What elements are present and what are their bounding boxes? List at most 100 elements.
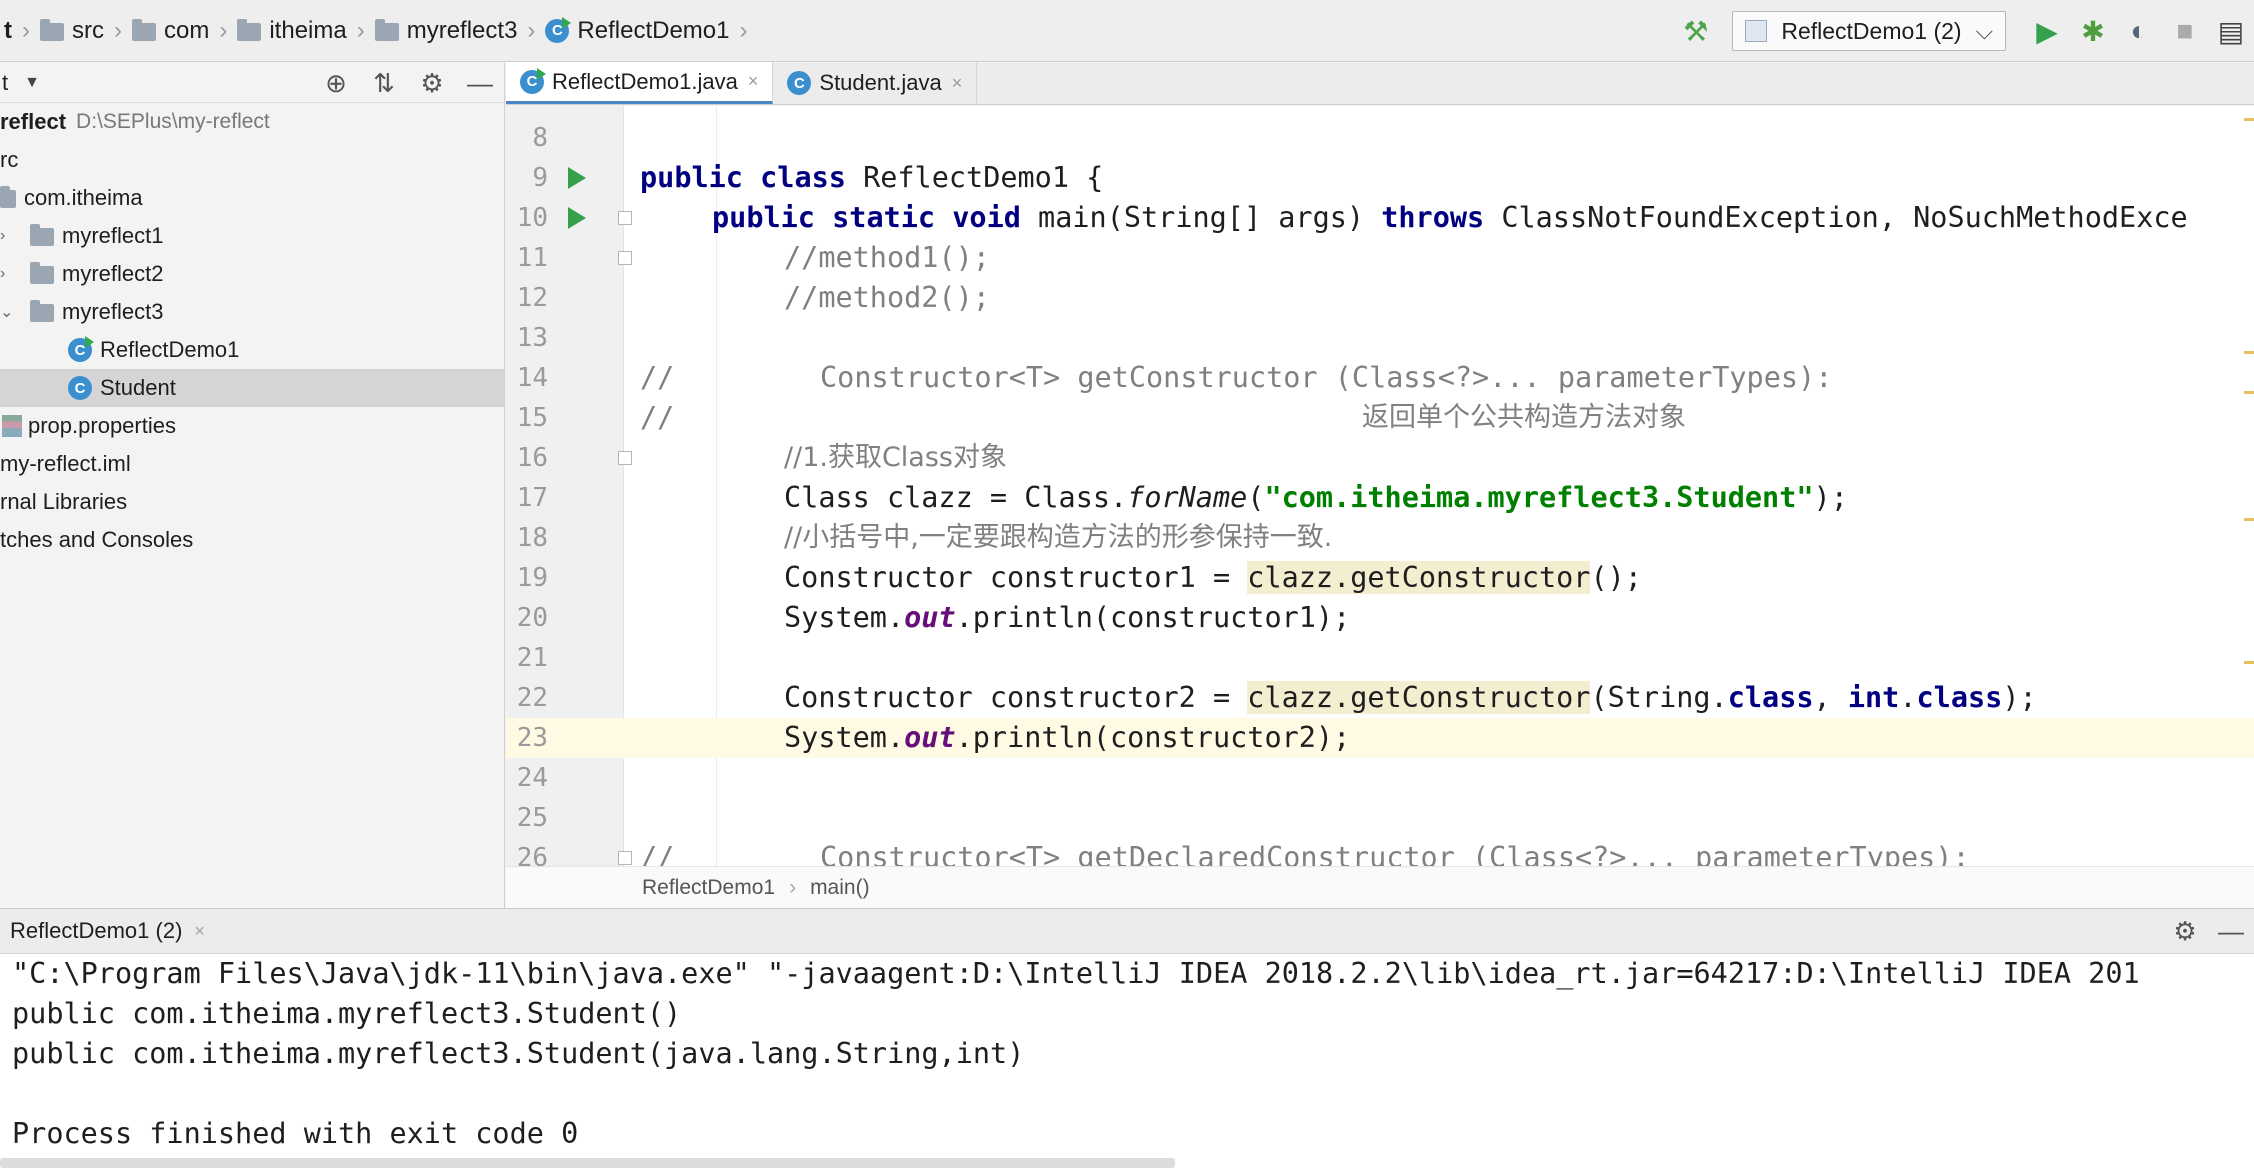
coverage-icon[interactable]: ◐	[2116, 8, 2162, 54]
line-number: 16	[516, 443, 548, 473]
hammer-icon[interactable]: ⚒	[1683, 15, 1708, 48]
package-icon	[30, 224, 54, 246]
project-path: D:\SEPlus\my-reflect	[76, 110, 270, 133]
run-configuration-select[interactable]: ReflectDemo1 (2) ⌵	[1732, 11, 2006, 51]
breadcrumb-label: src	[72, 16, 104, 44]
caret-down-icon[interactable]: ▼	[24, 74, 40, 92]
line-number: 17	[516, 483, 548, 513]
code-token: void	[952, 201, 1021, 234]
code-token: Constructor constructor1 =	[784, 561, 1248, 594]
run-tool-window: ReflectDemo1 (2) × ⚙ — "C:\Program Files…	[0, 908, 2254, 1176]
close-icon[interactable]: ×	[952, 73, 963, 94]
gear-icon[interactable]: ⚙	[2162, 916, 2208, 947]
tree-item-src[interactable]: rc	[0, 141, 504, 179]
code-token: (String.	[1590, 681, 1728, 714]
breadcrumb-myreflect3[interactable]: myreflect3 ›	[371, 0, 542, 62]
code-comment: Constructor<T> getConstructor (Class<?>.…	[820, 361, 1833, 394]
chevron-right-icon: ›	[739, 16, 748, 44]
project-panel: t ▼ ⊕ ⇅ ⚙ — reflect D:\SEPlus\my-reflect…	[0, 63, 505, 908]
tab-run-reflectdemo1[interactable]: ReflectDemo1 (2) ×	[0, 909, 215, 954]
tree-item-label: com.itheima	[24, 185, 143, 210]
line-number: 21	[516, 643, 548, 673]
code-token: ClassNotFoundException, NoSuchMethodExce	[1484, 201, 2188, 234]
tree-item-label: myreflect1	[62, 223, 164, 248]
debug-icon[interactable]: ✱	[2070, 8, 2116, 54]
breadcrumb-method[interactable]: main()	[810, 876, 870, 900]
tab-reflectdemo1[interactable]: C ReflectDemo1.java ×	[506, 62, 774, 104]
run-gutter-icon[interactable]	[568, 167, 586, 189]
tree-item-label: myreflect3	[62, 299, 164, 324]
fold-marker-icon[interactable]	[618, 451, 632, 465]
close-icon[interactable]: ×	[194, 921, 205, 942]
chevron-right-icon[interactable]: ›	[0, 227, 16, 245]
tab-label: ReflectDemo1.java	[552, 68, 738, 94]
tree-item-scratches[interactable]: tches and Consoles	[0, 521, 504, 559]
gear-icon[interactable]: ⚙	[408, 68, 456, 99]
tree-item-label: rnal Libraries	[0, 489, 128, 514]
tree-item-prop-properties[interactable]: prop.properties	[0, 407, 504, 445]
tree-item-reflectdemo1[interactable]: C ReflectDemo1	[0, 331, 504, 369]
chevron-down-icon: ⌵	[1975, 17, 1993, 44]
chevron-right-icon: ›	[789, 875, 797, 899]
error-stripe[interactable]	[2244, 106, 2254, 866]
tree-item-com-itheima[interactable]: com.itheima	[0, 179, 504, 217]
tree-item-myreflect3[interactable]: ⌄ myreflect3	[0, 293, 504, 331]
fold-marker-icon[interactable]	[618, 851, 632, 865]
breadcrumb-itheima[interactable]: itheima ›	[233, 0, 370, 62]
package-icon	[30, 262, 54, 284]
breadcrumb-com[interactable]: com ›	[128, 0, 233, 62]
project-panel-header: t ▼ ⊕ ⇅ ⚙ —	[0, 63, 504, 103]
close-icon[interactable]: ×	[748, 71, 759, 92]
code-comment: //小括号中,一定要跟构造方法的形参保持一致.	[784, 522, 1333, 553]
chevron-down-icon[interactable]: ⌄	[0, 302, 16, 322]
folder-icon	[237, 18, 262, 41]
tab-label: ReflectDemo1 (2)	[10, 918, 183, 943]
fold-marker-icon[interactable]	[618, 211, 632, 225]
code-line: 25	[506, 798, 2254, 838]
chevron-right-icon: ›	[114, 16, 122, 44]
code-token: public	[712, 201, 815, 234]
stop-icon[interactable]: ■	[2162, 8, 2208, 54]
code-comment: //method2();	[784, 281, 990, 314]
folder-icon	[374, 18, 399, 41]
tree-item-myreflect1[interactable]: › myreflect1	[0, 217, 504, 255]
play-icon[interactable]: ▶	[2024, 8, 2070, 54]
layout-icon[interactable]: ▤	[2208, 8, 2254, 54]
code-editor[interactable]: 8 9 public class ReflectDemo1 { 10 public …	[506, 106, 2254, 866]
console-line: "C:\Program Files\Java\jdk-11\bin\java.e…	[12, 957, 2140, 990]
code-line: 20 System.out.println(constructor1);	[506, 598, 2254, 638]
breadcrumb-root[interactable]: t ›	[0, 0, 36, 62]
project-view-selector[interactable]: t	[2, 70, 8, 96]
chevron-right-icon[interactable]: ›	[0, 265, 16, 283]
breadcrumb-label: myreflect3	[406, 16, 518, 44]
breadcrumb-src[interactable]: src ›	[36, 0, 128, 62]
code-line: 18 //小括号中,一定要跟构造方法的形参保持一致.	[506, 518, 2254, 558]
code-token: ReflectDemo1 {	[845, 161, 1104, 194]
tree-item-external-libraries[interactable]: rnal Libraries	[0, 483, 504, 521]
line-number: 15	[516, 403, 548, 433]
horizontal-scrollbar[interactable]	[0, 1158, 1175, 1168]
tree-item-myreflect2[interactable]: › myreflect2	[0, 255, 504, 293]
tree-item-student[interactable]: C Student	[0, 369, 504, 407]
tree-item-iml[interactable]: my-reflect.iml	[0, 445, 504, 483]
run-gutter-icon[interactable]	[568, 207, 586, 229]
fold-marker-icon[interactable]	[618, 251, 632, 265]
code-token: class	[1916, 681, 2003, 714]
code-token: static	[832, 201, 936, 234]
tab-student[interactable]: C Student.java ×	[773, 62, 978, 104]
tab-label: Student.java	[819, 70, 942, 95]
tree-item-project-root[interactable]: reflect D:\SEPlus\my-reflect	[0, 103, 504, 141]
run-configuration-icon	[1745, 20, 1768, 42]
collapse-all-icon[interactable]: ⇅	[360, 68, 408, 99]
locate-icon[interactable]: ⊕	[312, 68, 360, 99]
minimize-icon[interactable]: —	[456, 68, 504, 99]
code-comment: //method1();	[784, 241, 990, 274]
minimize-icon[interactable]: —	[2208, 916, 2254, 947]
code-token-highlighted: clazz.getConstructor	[1247, 681, 1591, 714]
run-tool-window-header: ReflectDemo1 (2) × ⚙ —	[0, 909, 2254, 954]
breadcrumb-reflectdemo1[interactable]: C ReflectDemo1 ›	[541, 0, 753, 62]
code-comment: //	[640, 401, 675, 434]
breadcrumb-class[interactable]: ReflectDemo1	[642, 876, 775, 900]
console-output[interactable]: "C:\Program Files\Java\jdk-11\bin\java.e…	[0, 954, 2254, 1154]
run-configuration-label: ReflectDemo1 (2)	[1781, 17, 1962, 44]
